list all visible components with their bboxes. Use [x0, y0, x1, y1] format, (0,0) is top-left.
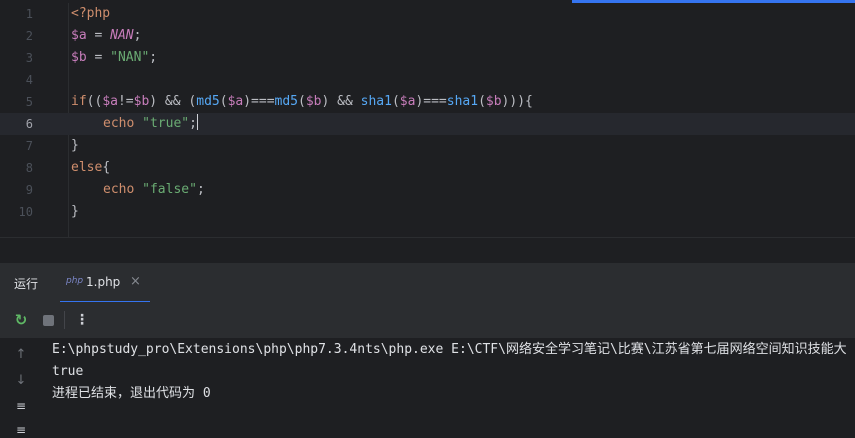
code-token: $b — [71, 50, 87, 65]
code-token: (( — [86, 94, 103, 109]
code-token: md5 — [196, 94, 220, 109]
text-caret — [196, 114, 198, 130]
scroll-down-icon[interactable]: ↓ — [12, 373, 30, 391]
code-token: if — [71, 94, 87, 109]
line-code: } — [71, 201, 79, 223]
line-code: <?php — [71, 3, 110, 25]
code-token: ; — [133, 28, 142, 43]
code-token: ))){ — [501, 94, 533, 109]
code-line[interactable]: 9 echo "false"; — [0, 179, 855, 201]
code-token: "true" — [142, 116, 190, 131]
code-token: echo — [103, 182, 135, 197]
code-line[interactable]: 8 else{ — [0, 157, 855, 179]
code-line[interactable]: 6 echo "true"; — [0, 113, 855, 135]
line-code: echo "false"; — [71, 179, 205, 201]
code-token: md5 — [274, 94, 299, 109]
code-line[interactable]: 7} — [0, 135, 855, 157]
run-tab-1-php[interactable]: php 1.php × — [60, 263, 150, 303]
run-tool-window-header: 运行 php 1.php × — [0, 262, 855, 303]
code-line[interactable]: 3 $b = "NAN"; — [0, 47, 855, 69]
code-token: $b — [133, 94, 150, 109]
code-token: "false" — [142, 182, 197, 197]
code-token: = — [86, 50, 111, 65]
code-token: ; — [189, 116, 197, 131]
code-token: $a — [399, 94, 416, 109]
code-token: $a — [102, 94, 118, 109]
console-output[interactable]: E:\phpstudy_pro\Extensions\php\php7.3.4n… — [40, 339, 855, 438]
toolbar-separator — [64, 311, 65, 329]
code-token: $b — [305, 94, 322, 109]
code-token: ( — [478, 94, 486, 109]
code-line[interactable]: 10} — [0, 201, 855, 223]
php-file-icon: php — [66, 276, 84, 286]
line-number: 1 — [25, 7, 33, 21]
code-token: echo — [103, 116, 135, 131]
code-line[interactable]: 2 $a = NAN; — [0, 25, 855, 47]
line-code: echo "true"; — [71, 113, 198, 135]
code-token: ( — [298, 94, 306, 109]
line-number: 6 — [25, 117, 33, 131]
code-token: ) && — [321, 94, 361, 109]
code-token: ( — [219, 94, 228, 109]
ide-window: 1 <?php 2 $a = NAN; 3 $b = "NAN"; 4 5 if(($a!=$b… — [0, 0, 855, 438]
code-token: "NAN" — [110, 50, 150, 65]
line-code: else{ — [71, 157, 110, 179]
more-options-icon[interactable]: ⋮ — [73, 311, 91, 329]
code-line[interactable]: 4 — [0, 69, 855, 91]
console-output-line: true — [52, 364, 84, 379]
line-number: 4 — [25, 73, 33, 87]
code-token: $b — [485, 94, 502, 109]
code-token: ; — [196, 182, 205, 197]
line-code: $a = NAN; — [71, 25, 141, 47]
line-code: if(($a!=$b) && (md5($a)===md5($b) && sha… — [71, 91, 533, 113]
code-token: ) && ( — [149, 94, 197, 109]
run-toolbar: ↻ ⋮ — [0, 302, 855, 339]
code-token: sha1 — [360, 94, 392, 109]
console-command-line: E:\phpstudy_pro\Extensions\php\php7.3.4n… — [52, 342, 847, 357]
console-side-toolbar: ↑ ↓ ≡ ≡ — [0, 339, 40, 438]
code-token: != — [117, 94, 134, 109]
line-number: 10 — [18, 205, 33, 219]
line-number: 3 — [25, 51, 33, 65]
code-token: ; — [149, 50, 158, 65]
code-token: } — [71, 138, 79, 153]
code-lines[interactable]: 1 <?php 2 $a = NAN; 3 $b = "NAN"; 4 5 if(($a!=$b… — [0, 3, 855, 223]
close-icon[interactable]: × — [130, 274, 141, 289]
code-token: { — [102, 160, 111, 175]
code-line[interactable]: 5 if(($a!=$b) && (md5($a)===md5($b) && sh… — [0, 91, 855, 113]
soft-wrap-icon[interactable]: ≡ — [12, 399, 30, 417]
rerun-icon[interactable]: ↻ — [12, 311, 30, 329]
code-editor[interactable]: 1 <?php 2 $a = NAN; 3 $b = "NAN"; 4 5 if(($a!=$b… — [0, 3, 855, 237]
code-token: $a — [227, 94, 244, 109]
code-token: NAN — [110, 28, 134, 43]
line-number: 9 — [25, 183, 33, 197]
console-exit-line: 进程已结束，退出代码为 0 — [52, 386, 211, 401]
code-line[interactable]: 1 <?php — [0, 3, 855, 25]
code-token: $a — [71, 28, 87, 43]
code-token: )=== — [243, 94, 275, 109]
code-token: ( — [391, 94, 400, 109]
scroll-to-end-icon[interactable]: ≡ — [12, 423, 30, 438]
code-token: sha1 — [446, 94, 479, 109]
line-number: 5 — [25, 95, 33, 109]
line-code: $b = "NAN"; — [71, 47, 157, 69]
code-token: <?php — [71, 6, 111, 21]
line-number: 2 — [25, 29, 33, 43]
run-tool-window-title: 运行 — [14, 277, 39, 291]
editor-bottom-area — [0, 237, 855, 262]
code-token: )=== — [415, 94, 447, 109]
stop-icon[interactable] — [39, 311, 57, 329]
code-token: = — [86, 28, 111, 43]
line-number: 7 — [25, 139, 33, 153]
line-number: 8 — [25, 161, 33, 175]
scroll-up-icon[interactable]: ↑ — [12, 347, 30, 365]
run-tab-label: 1.php — [86, 275, 121, 289]
line-code: } — [71, 135, 79, 157]
code-token: } — [71, 204, 79, 219]
code-token: else — [71, 160, 103, 175]
